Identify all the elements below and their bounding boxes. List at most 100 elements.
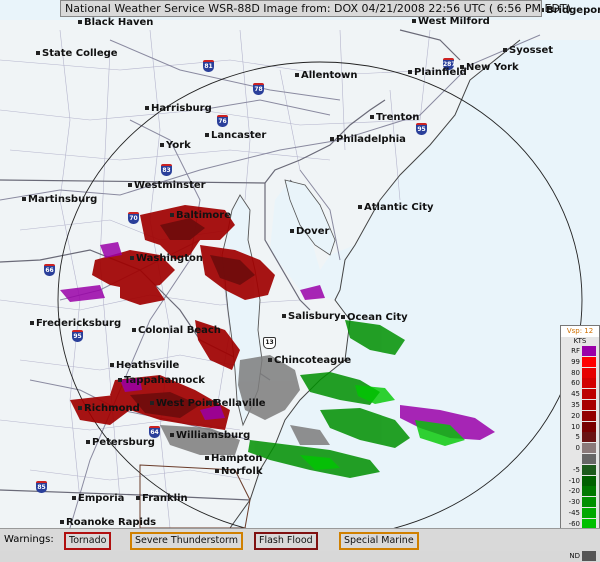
legend-entry-label: 35 [571,400,580,409]
legend-color-swatch [582,475,596,486]
product-title-bar: National Weather Service WSR-88D Image f… [60,0,571,17]
city-label: Tappahannock [118,375,205,386]
city-label: Philadelphia [330,134,406,145]
city-label: Colonial Beach [132,325,221,336]
interstate-70-shield: 70 [128,212,139,224]
legend-entry-label: RF [571,347,580,355]
legend-entry [561,453,599,465]
legend-color-swatch [582,367,596,378]
legend-entry: 99 [561,356,599,368]
legend-color-swatch [582,399,596,410]
city-label: Williamsburg [170,430,250,441]
legend-entry: 20 [561,410,599,422]
legend-color-swatch [582,453,596,464]
legend-title: Vsp: 12 [561,326,599,337]
legend-color-swatch [582,389,596,400]
product-title: National Weather Service WSR-88D Image f… [65,2,571,15]
legend-entry-label: 0 [575,444,580,453]
severe-thunderstorm-warning-toggle[interactable]: Severe Thunderstorm [130,532,244,550]
us-13-shield: 13 [263,337,276,349]
interstate-81-shield: 81 [203,60,214,72]
legend-entry-label: 99 [571,357,580,366]
legend-entry: 10 [561,421,599,433]
city-label: Martinsburg [22,194,97,205]
city-label: Salisbury [282,311,341,322]
city-label: Norfolk [215,466,262,477]
legend-color-swatch [582,507,596,518]
legend-entry-label: 20 [571,411,580,420]
city-label: Bellaville [208,398,266,409]
legend-color-swatch [582,464,596,475]
interstate-76-shield: 76 [217,115,228,127]
legend-entry: RF [561,346,599,357]
interstate-66-shield: 66 [44,264,55,276]
velocity-legend: Vsp: 12 KTS RF 99 80 60 45 35 20 10 5 0 -5 -10 -20 -3… [560,325,600,562]
legend-color-swatch [582,443,596,454]
radar-map[interactable]: 81 78 76 83 70 66 95 95 287 64 85 13 Sta… [0,0,600,528]
interstate-95-shield: 95 [72,330,83,342]
legend-entry-label: 60 [571,379,580,388]
tornado-warning-toggle[interactable]: Tornado [64,532,112,550]
city-label: Allentown [295,70,358,81]
city-label: State College [36,48,118,59]
legend-color-swatch [582,497,596,508]
city-label: Emporia [72,493,124,504]
legend-entry-label: -10 [568,476,580,485]
interstate-83-shield: 83 [161,164,172,176]
legend-entry-label: 5 [575,433,580,442]
legend-units: KTS [573,337,587,345]
city-label: Roanoke Rapids [60,517,156,528]
warnings-bar: Warnings: Tornado Severe Thunderstorm Fl… [0,528,600,551]
city-label: Atlantic City [358,202,434,213]
city-label: Trenton [370,112,419,123]
legend-entry: -45 [561,507,599,519]
city-label: Syosset [503,45,553,56]
legend-entry: 60 [561,378,599,389]
legend-entry: -10 [561,475,599,487]
city-label: Baltimore [170,210,231,221]
city-label: Richmond [78,403,140,414]
legend-entry-label: 45 [571,390,580,399]
legend-entry-label: 80 [571,368,580,377]
legend-color-swatch [582,551,596,562]
special-marine-warning-toggle[interactable]: Special Marine [339,532,419,550]
city-label: Lancaster [205,130,266,141]
legend-entry-label: -30 [568,498,580,507]
legend-entry: 5 [561,432,599,443]
legend-entry: ND [561,551,599,562]
city-label: Fredericksburg [30,318,121,329]
city-label: Harrisburg [145,103,212,114]
legend-color-swatch [582,421,596,432]
legend-entry-label: 10 [571,422,580,431]
city-label: Westminster [128,180,206,191]
legend-color-swatch [582,432,596,443]
city-label: Heathsville [110,360,179,371]
flash-flood-warning-toggle[interactable]: Flash Flood [254,532,318,550]
interstate-85-shield: 85 [36,481,47,493]
city-label: Petersburg [86,437,155,448]
legend-color-swatch [582,346,596,356]
city-label: Chincoteague [268,355,351,366]
legend-color-swatch [582,410,596,421]
city-label: Dover [290,226,329,237]
legend-entry-label: ND [569,552,580,561]
legend-entry: 80 [561,367,599,379]
city-label: Franklin [136,493,188,504]
city-label: Plainfield [408,67,467,78]
city-label: York [160,140,191,151]
legend-entry-label: -45 [568,508,580,517]
legend-entry-label: -20 [568,487,580,496]
legend-entry: -20 [561,486,599,497]
legend-entry-label: -5 [573,465,580,474]
legend-entry: 0 [561,443,599,454]
legend-entry: -30 [561,497,599,508]
city-label: West Milford [412,16,490,27]
city-label: Hampton [205,453,262,464]
interstate-78-shield: 78 [253,83,264,95]
interstate-95-north-shield: 95 [416,123,427,135]
city-label: Ocean City [341,312,408,323]
legend-color-swatch [582,378,596,389]
legend-color-swatch [582,486,596,497]
city-label: Black Haven [78,17,153,28]
legend-entry: -5 [561,464,599,476]
